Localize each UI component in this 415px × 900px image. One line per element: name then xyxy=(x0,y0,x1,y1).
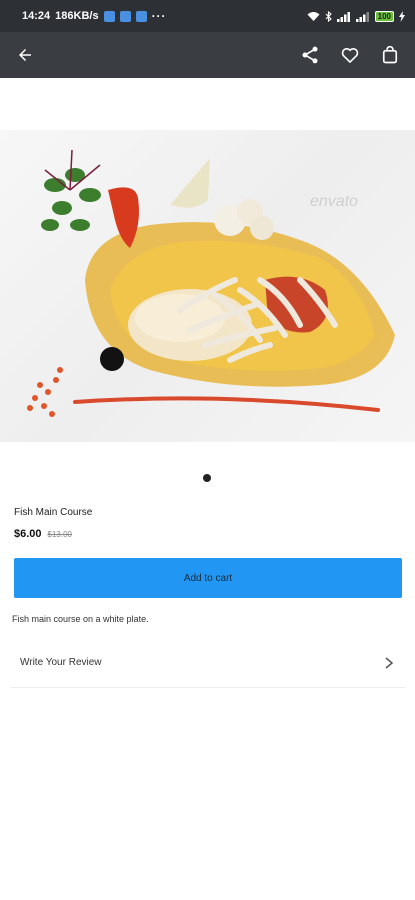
charging-icon xyxy=(399,10,405,22)
plated-fish-illustration: envato xyxy=(27,149,395,417)
heart-icon xyxy=(341,47,359,63)
current-price: $6.00 xyxy=(14,528,42,540)
write-review-label: Write Your Review xyxy=(20,657,102,668)
write-review-row[interactable]: Write Your Review xyxy=(10,638,406,688)
cart-button[interactable] xyxy=(375,40,405,70)
price-row: $6.00 $13.00 xyxy=(14,528,72,540)
add-to-cart-button[interactable]: Add to cart xyxy=(14,558,402,598)
product-description: Fish main course on a white plate. xyxy=(12,614,149,624)
status-left: 14:24 186KB/s ··· xyxy=(22,9,167,23)
product-title: Fish Main Course xyxy=(14,507,93,518)
back-button[interactable] xyxy=(10,40,40,70)
status-right: 100 xyxy=(307,10,405,22)
wifi-icon xyxy=(307,11,320,21)
app-bar-actions xyxy=(295,40,405,70)
chevron-right-icon xyxy=(385,656,394,669)
notification-app-icon-2 xyxy=(119,10,131,22)
app-bar xyxy=(0,32,415,78)
notification-message-icon xyxy=(135,10,147,22)
original-price: $13.00 xyxy=(47,530,72,539)
status-time: 14:24 xyxy=(22,10,51,22)
status-network-speed: 186KB/s xyxy=(55,10,99,22)
signal-icon xyxy=(336,11,350,22)
image-watermark: envato xyxy=(310,193,358,210)
battery-icon: 100 xyxy=(374,10,394,22)
share-icon xyxy=(302,46,318,64)
more-notifications-indicator: ··· xyxy=(151,9,167,23)
carousel-indicator-dot[interactable] xyxy=(203,474,211,482)
bluetooth-icon xyxy=(325,10,332,22)
notification-app-icon xyxy=(103,10,115,22)
status-bar: 14:24 186KB/s ··· 100 xyxy=(0,0,415,32)
arrow-back-icon xyxy=(19,49,31,61)
signal-icon-2 xyxy=(355,11,369,22)
shopping-bag-icon xyxy=(382,45,398,64)
product-image[interactable]: envato xyxy=(0,130,415,442)
share-button[interactable] xyxy=(295,40,325,70)
favorite-button[interactable] xyxy=(335,40,365,70)
